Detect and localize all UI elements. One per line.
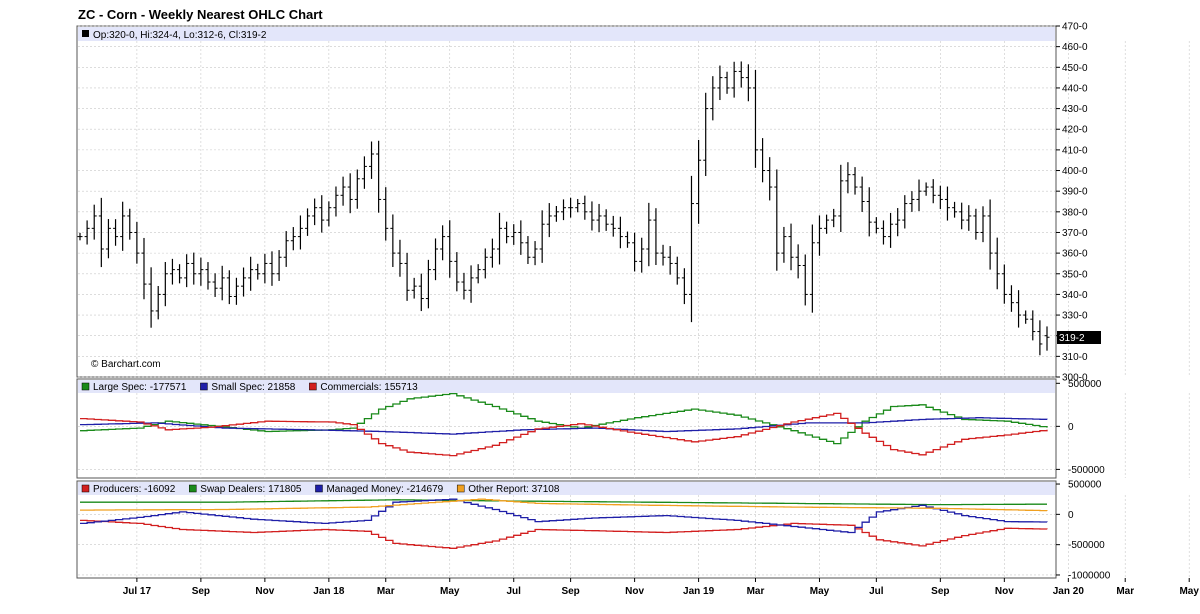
legend-swatch: [81, 382, 90, 391]
legend-swatch: [456, 484, 465, 493]
x-tick-label: Sep: [931, 586, 949, 597]
price-y-tick-label: 340-0: [1062, 290, 1088, 301]
legend-swatch: [81, 484, 90, 493]
disagg-y-axis: 500000 0 -500000 -1000000: [1056, 480, 1111, 581]
legend-entry: Large Spec: -177571: [93, 382, 187, 393]
x-tick-label: Jan 20: [1053, 586, 1085, 597]
price-legend-swatch: [82, 30, 89, 37]
price-panel-frame: [76, 25, 1057, 378]
price-panel: Op:320-0, Hi:324-4, Lo:312-6, Cl:319-2 3…: [76, 22, 1190, 384]
legend-entry: Other Report: 37108: [468, 484, 560, 495]
legend-entry: Commercials: 155713: [320, 382, 418, 393]
legend-entry: Swap Dealers: 171805: [200, 484, 302, 495]
x-tick-label: Jul: [869, 586, 884, 597]
x-tick-label: Nov: [995, 586, 1014, 597]
price-y-tick-label: 360-0: [1062, 249, 1088, 260]
legend-entry: Managed Money: -214679: [326, 484, 443, 495]
price-y-tick-label: 400-0: [1062, 166, 1088, 177]
chart-title: ZC - Corn - Weekly Nearest OHLC Chart: [78, 7, 323, 22]
price-y-axis: 300-0310-0320-0330-0340-0350-0360-0370-0…: [1056, 22, 1088, 384]
x-tick-label: May: [810, 586, 830, 597]
legend-entry: Producers: -16092: [93, 484, 176, 495]
x-tick-label: Jan 19: [683, 586, 715, 597]
x-tick-label: Sep: [561, 586, 579, 597]
x-tick-label: Jul: [507, 586, 522, 597]
price-legend-text: Op:320-0, Hi:324-4, Lo:312-6, Cl:319-2: [93, 30, 267, 41]
price-y-tick-label: 430-0: [1062, 104, 1088, 115]
price-y-tick-label: 410-0: [1062, 145, 1088, 156]
cot-y-axis: 500000 0 -500000: [1056, 379, 1105, 476]
x-tick-label: May: [1179, 586, 1199, 597]
x-tick-label: Jul 17: [123, 586, 152, 597]
last-price-label: 319-2: [1059, 333, 1085, 344]
price-y-tick-label: 470-0: [1062, 22, 1088, 33]
price-y-tick-label: 310-0: [1062, 352, 1088, 363]
legend-swatch: [309, 382, 317, 391]
price-y-tick-label: 330-0: [1062, 311, 1088, 322]
weekly-ohlc-chart: ZC - Corn - Weekly Nearest OHLC Chart Op…: [76, 7, 1199, 597]
panel-y-tick-label: -500000: [1068, 540, 1105, 551]
x-tick-label: Mar: [747, 586, 765, 597]
price-y-tick-label: 390-0: [1062, 187, 1088, 198]
x-tick-label: Jan 18: [313, 586, 345, 597]
price-y-tick-label: 460-0: [1062, 42, 1088, 53]
cot-legend: Large Spec: -177571 Small Spec: 21858 Comm…: [81, 382, 418, 393]
x-axis: Jul 17 Sep Nov Jan 18 Mar May Jul Sep Nov Jan 19 M…: [123, 578, 1199, 597]
legend-entry: Small Spec: 21858: [211, 382, 295, 393]
legend-swatch: [189, 484, 197, 493]
x-tick-label: May: [440, 586, 460, 597]
cot-panel: Large Spec: -177571 Small Spec: 21858 Comm…: [76, 378, 1190, 479]
panel-y-tick-label: 500000: [1068, 379, 1102, 390]
x-tick-label: Sep: [192, 586, 210, 597]
legend-swatch: [315, 484, 323, 493]
price-y-tick-label: 450-0: [1062, 63, 1088, 74]
panel-y-tick-label: -1000000: [1068, 570, 1111, 581]
panel-y-tick-label: -500000: [1068, 465, 1105, 476]
x-tick-label: Nov: [625, 586, 644, 597]
panel-y-tick-label: 0: [1068, 510, 1074, 521]
barchart-watermark: © Barchart.com: [91, 359, 161, 370]
panel-y-tick-label: 500000: [1068, 480, 1102, 491]
panel-y-tick-label: 0: [1068, 422, 1074, 433]
price-y-tick-label: 380-0: [1062, 207, 1088, 218]
price-y-tick-label: 350-0: [1062, 269, 1088, 280]
x-tick-label: Nov: [255, 586, 274, 597]
price-y-tick-label: 370-0: [1062, 228, 1088, 239]
disagg-panel: Producers: -16092 Swap Dealers: 171805 Man…: [76, 480, 1190, 581]
price-y-tick-label: 420-0: [1062, 125, 1088, 136]
legend-swatch: [200, 382, 208, 391]
price-y-tick-label: 440-0: [1062, 83, 1088, 94]
x-tick-label: Mar: [377, 586, 395, 597]
x-tick-label: Mar: [1116, 586, 1134, 597]
